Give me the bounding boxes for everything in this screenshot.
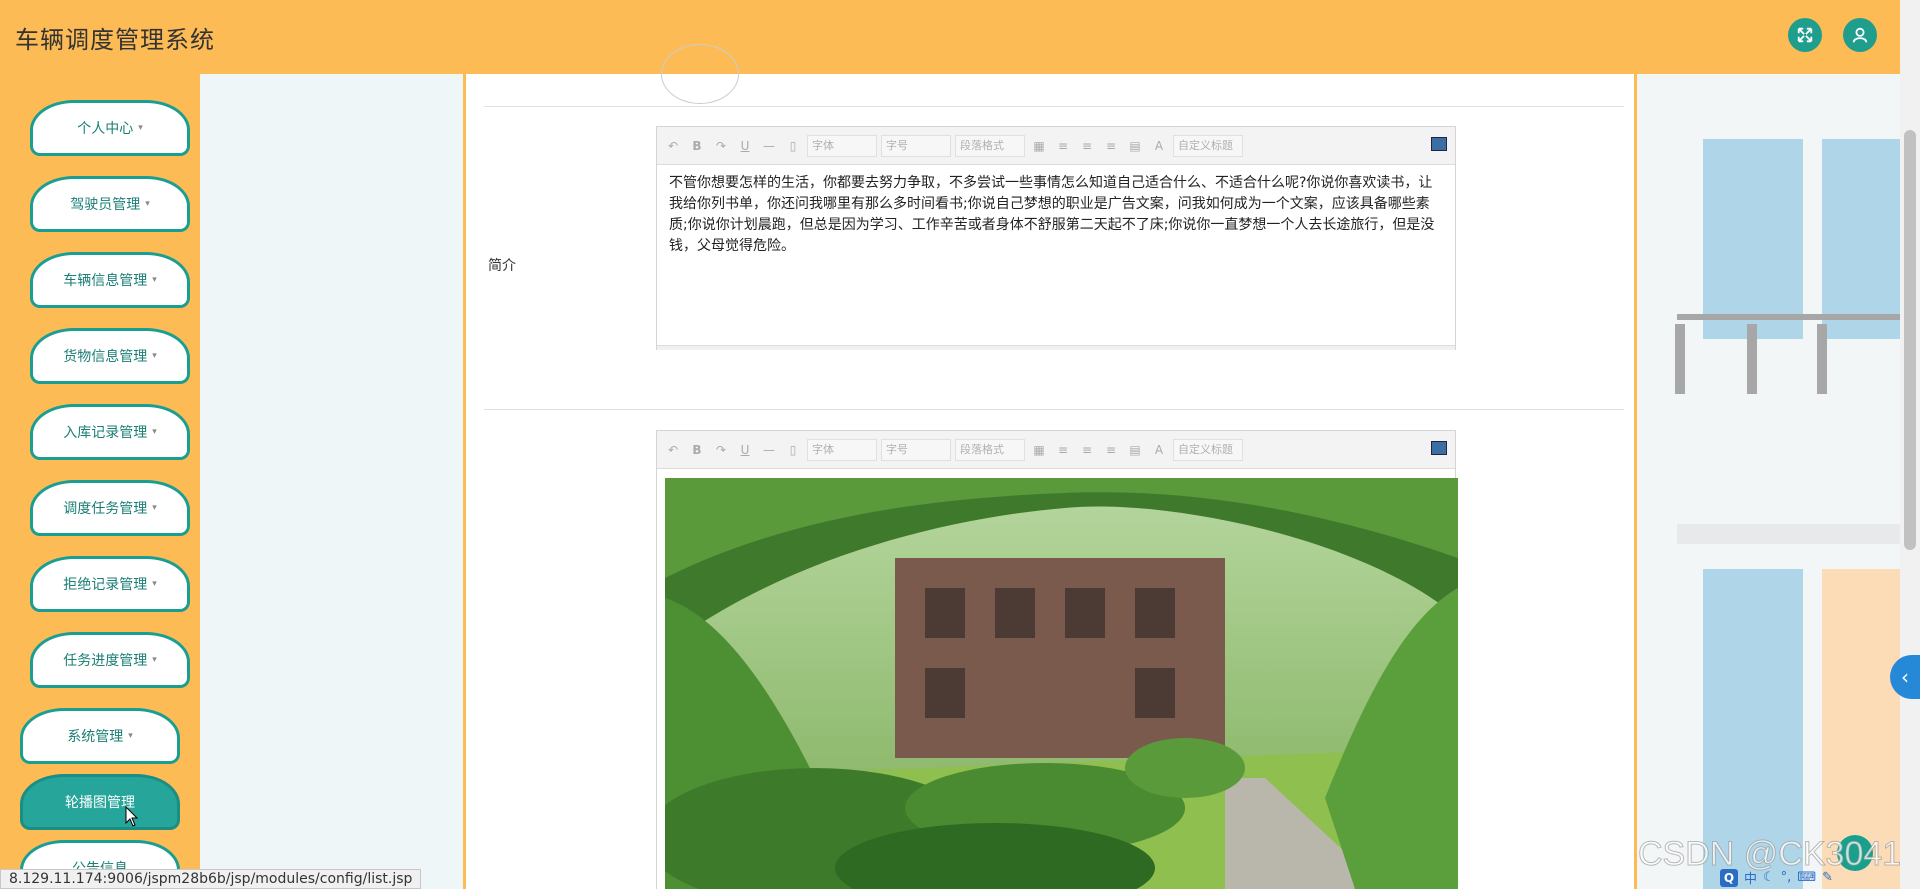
align-right-icon[interactable]: ≡ <box>1077 139 1097 153</box>
chevron-left-icon: ‹ <box>1901 665 1909 689</box>
sidebar-item-driver-management[interactable]: 驾驶员管理 ▾ <box>30 176 190 232</box>
sidebar-item-dispatch-tasks[interactable]: 调度任务管理 ▾ <box>30 480 190 536</box>
redo-icon[interactable]: ↷ <box>711 139 731 153</box>
sidebar-item-cargo-info[interactable]: 货物信息管理 ▾ <box>30 328 190 384</box>
horizontal-rule-icon[interactable]: — <box>759 139 779 153</box>
chevron-down-icon: ▾ <box>138 123 143 133</box>
chevron-down-icon: ▾ <box>152 275 157 285</box>
app-title: 车辆调度管理系统 <box>15 26 215 54</box>
source-view-icon[interactable] <box>1431 137 1447 151</box>
fullscreen-button[interactable] <box>1788 18 1822 52</box>
custom-title-select[interactable]: 自定义标题 <box>1173 134 1243 157</box>
editor-toolbar: ↶ B ↷ U — ▯ 字体 字号 段落格式 ▦ ≡ ≡ ≡ ▤ A 自定义标题 <box>657 127 1455 165</box>
sidebar-item-rejection-records[interactable]: 拒绝记录管理 ▾ <box>30 556 190 612</box>
keyboard-icon[interactable]: ⌨ <box>1797 870 1816 885</box>
chevron-down-icon: ▾ <box>152 503 157 513</box>
divider <box>484 409 1624 410</box>
font-size-select[interactable]: 字号 <box>881 134 951 157</box>
font-size-select[interactable]: 字号 <box>881 438 951 461</box>
chevron-down-icon: ▾ <box>152 579 157 589</box>
mouse-cursor-icon <box>125 806 139 827</box>
editor-resize-bar <box>657 345 1455 350</box>
chevron-down-icon: ▾ <box>152 427 157 437</box>
form-panel: 简介 ↶ B ↷ U — ▯ 字体 字号 段落格式 ▦ ≡ ≡ ≡ ▤ A 自定… <box>463 44 1637 889</box>
user-menu-button[interactable] <box>1843 18 1877 52</box>
chevron-down-icon: ▾ <box>128 731 133 741</box>
moon-icon[interactable]: ☾ <box>1763 870 1775 885</box>
status-bar-url: 8.129.11.174:9006/jspm28b6b/jsp/modules/… <box>0 869 422 889</box>
ime-language[interactable]: 中 <box>1744 868 1757 887</box>
horizontal-rule-icon[interactable]: — <box>759 443 779 457</box>
chevron-down-icon: ▾ <box>145 199 150 209</box>
user-icon <box>1852 27 1868 43</box>
punctuation-icon[interactable]: °, <box>1781 870 1792 885</box>
paragraph-format-select[interactable]: 段落格式 <box>955 438 1025 461</box>
paste-icon[interactable]: ▯ <box>783 443 803 457</box>
font-family-select[interactable]: 字体 <box>807 438 877 461</box>
undo-icon[interactable]: ↶ <box>663 443 683 457</box>
font-color-button[interactable]: A <box>1149 139 1169 153</box>
tools-icon[interactable]: ✎ <box>1822 870 1833 885</box>
divider <box>484 106 1624 107</box>
justify-icon[interactable]: ▤ <box>1125 139 1145 153</box>
garden-photo-icon <box>665 478 1458 889</box>
carousel-image <box>665 478 1458 889</box>
align-center-icon[interactable]: ≡ <box>1101 139 1121 153</box>
intro-rich-text-editor[interactable]: ↶ B ↷ U — ▯ 字体 字号 段落格式 ▦ ≡ ≡ ≡ ▤ A 自定义标题… <box>656 126 1456 350</box>
expand-arrows-icon <box>1797 27 1813 43</box>
intro-label: 简介 <box>488 258 516 274</box>
sidebar-item-task-progress[interactable]: 任务进度管理 ▾ <box>30 632 190 688</box>
system-tray: Q 中 ☾ °, ⌨ ✎ <box>1720 866 1900 889</box>
top-header: 车辆调度管理系统 <box>0 0 1900 74</box>
background-right <box>1637 74 1900 889</box>
sidebar: 个人中心 ▾ 驾驶员管理 ▾ 车辆信息管理 ▾ 货物信息管理 ▾ 入库记录管理 ▾ 调度任… <box>0 74 200 889</box>
intro-text-area[interactable]: 不管你想要怎样的生活，你都要去努力争取，不多尝试一些事情怎么知道自己适合什么、不… <box>657 165 1455 345</box>
table-icon[interactable]: ▦ <box>1029 443 1049 457</box>
scrollbar-thumb[interactable] <box>1904 130 1916 550</box>
justify-icon[interactable]: ▤ <box>1125 443 1145 457</box>
paragraph-format-select[interactable]: 段落格式 <box>955 134 1025 157</box>
ime-q-icon[interactable]: Q <box>1720 868 1738 887</box>
avatar-preview <box>661 44 739 104</box>
editor-toolbar: ↶ B ↷ U — ▯ 字体 字号 段落格式 ▦ ≡ ≡ ≡ ▤ A 自定义标题 <box>657 431 1455 469</box>
table-icon[interactable]: ▦ <box>1029 139 1049 153</box>
sidebar-item-vehicle-info[interactable]: 车辆信息管理 ▾ <box>30 252 190 308</box>
chevron-down-icon: ▾ <box>152 655 157 665</box>
align-left-icon[interactable]: ≡ <box>1053 139 1073 153</box>
background-left <box>200 74 463 889</box>
chevron-down-icon: ▾ <box>152 351 157 361</box>
sidebar-item-personal-center[interactable]: 个人中心 ▾ <box>30 100 190 156</box>
source-view-icon[interactable] <box>1431 441 1447 455</box>
align-left-icon[interactable]: ≡ <box>1053 443 1073 457</box>
bold-button[interactable]: B <box>687 443 707 457</box>
page-scrollbar[interactable] <box>1900 0 1920 889</box>
sidebar-item-system-management[interactable]: 系统管理 ▾ <box>20 708 180 764</box>
align-right-icon[interactable]: ≡ <box>1077 443 1097 457</box>
redo-icon[interactable]: ↷ <box>711 443 731 457</box>
sidebar-item-carousel-management[interactable]: 轮播图管理 <box>20 774 180 830</box>
custom-title-select[interactable]: 自定义标题 <box>1173 438 1243 461</box>
font-family-select[interactable]: 字体 <box>807 134 877 157</box>
undo-icon[interactable]: ↶ <box>663 139 683 153</box>
font-color-button[interactable]: A <box>1149 443 1169 457</box>
sidebar-item-storage-records[interactable]: 入库记录管理 ▾ <box>30 404 190 460</box>
paste-icon[interactable]: ▯ <box>783 139 803 153</box>
underline-button[interactable]: U <box>735 443 755 457</box>
bold-button[interactable]: B <box>687 139 707 153</box>
underline-button[interactable]: U <box>735 139 755 153</box>
align-center-icon[interactable]: ≡ <box>1101 443 1121 457</box>
